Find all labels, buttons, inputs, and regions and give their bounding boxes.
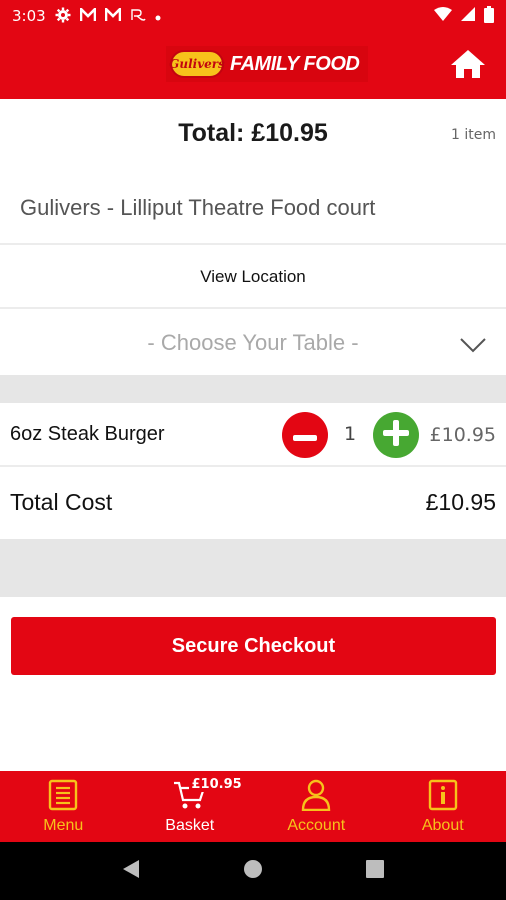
status-bar: 3:03 xyxy=(0,0,506,32)
battery-icon xyxy=(484,5,494,27)
gear-icon xyxy=(55,7,71,26)
venue-row: Gulivers - Lilliput Theatre Food court xyxy=(0,173,506,245)
total-cost-label: Total Cost xyxy=(10,489,113,515)
minus-icon xyxy=(293,426,317,445)
chevron-down-icon xyxy=(460,333,486,353)
venue-name: Gulivers - Lilliput Theatre Food court xyxy=(20,195,376,220)
nav-account[interactable]: Account xyxy=(253,771,380,842)
total-cost-row: Total Cost £10.95 xyxy=(0,469,506,539)
wifi-icon xyxy=(434,7,452,25)
family-food-logo[interactable]: Gulivers FAMILY FOOD xyxy=(166,46,368,82)
recents-icon[interactable] xyxy=(366,860,385,882)
section-divider xyxy=(0,375,506,403)
table-select-placeholder: - Choose Your Table - xyxy=(147,330,359,355)
system-nav-bar xyxy=(0,842,506,900)
view-location-button[interactable]: View Location xyxy=(0,247,506,309)
nav-menu[interactable]: Menu xyxy=(0,771,127,842)
section-divider xyxy=(0,539,506,597)
item-count: 1 item xyxy=(451,127,496,143)
total-cost-value: £10.95 xyxy=(425,489,496,515)
secure-checkout-button[interactable]: Secure Checkout xyxy=(11,617,496,675)
app-r-icon xyxy=(130,8,146,25)
signal-icon xyxy=(460,6,476,26)
status-left: 3:03 xyxy=(12,5,161,26)
nav-menu-label: Menu xyxy=(43,817,84,834)
status-time: 3:03 xyxy=(12,7,46,25)
nav-basket[interactable]: £10.95 Basket xyxy=(127,771,254,842)
menu-book-icon xyxy=(45,777,81,813)
dot-icon xyxy=(155,9,161,24)
nav-account-label: Account xyxy=(287,817,346,834)
user-icon xyxy=(298,777,334,813)
app-header: Gulivers FAMILY FOOD xyxy=(0,32,506,99)
order-total-title: Total: £10.95 xyxy=(178,119,328,147)
nav-basket-label: Basket xyxy=(165,817,215,834)
home-icon xyxy=(450,48,486,84)
increase-quantity-button[interactable] xyxy=(373,412,419,458)
gmail-icon xyxy=(79,5,96,25)
basket-price-badge: £10.95 xyxy=(188,777,245,792)
status-right xyxy=(434,5,494,27)
home-button[interactable] xyxy=(448,48,488,84)
nav-about[interactable]: About xyxy=(380,771,506,842)
basket-item-row: 6oz Steak Burger 1 £10.95 xyxy=(0,403,506,467)
order-total-header: Total: £10.95 1 item xyxy=(0,99,506,173)
table-select[interactable]: - Choose Your Table - xyxy=(0,311,506,375)
logo-text: FAMILY FOOD xyxy=(230,52,360,75)
plus-icon xyxy=(383,420,409,450)
nav-about-label: About xyxy=(421,817,464,834)
bottom-nav: Menu £10.95 Basket Account About xyxy=(0,771,506,842)
item-price: £10.95 xyxy=(429,424,496,446)
decrease-quantity-button[interactable] xyxy=(282,412,328,458)
home-circle-icon[interactable] xyxy=(243,859,263,883)
logo-badge: Gulivers xyxy=(169,50,225,78)
info-icon xyxy=(425,777,461,813)
back-icon[interactable] xyxy=(122,859,140,883)
item-name: 6oz Steak Burger xyxy=(10,423,165,445)
gmail-icon xyxy=(104,5,121,25)
item-quantity: 1 xyxy=(343,423,357,445)
